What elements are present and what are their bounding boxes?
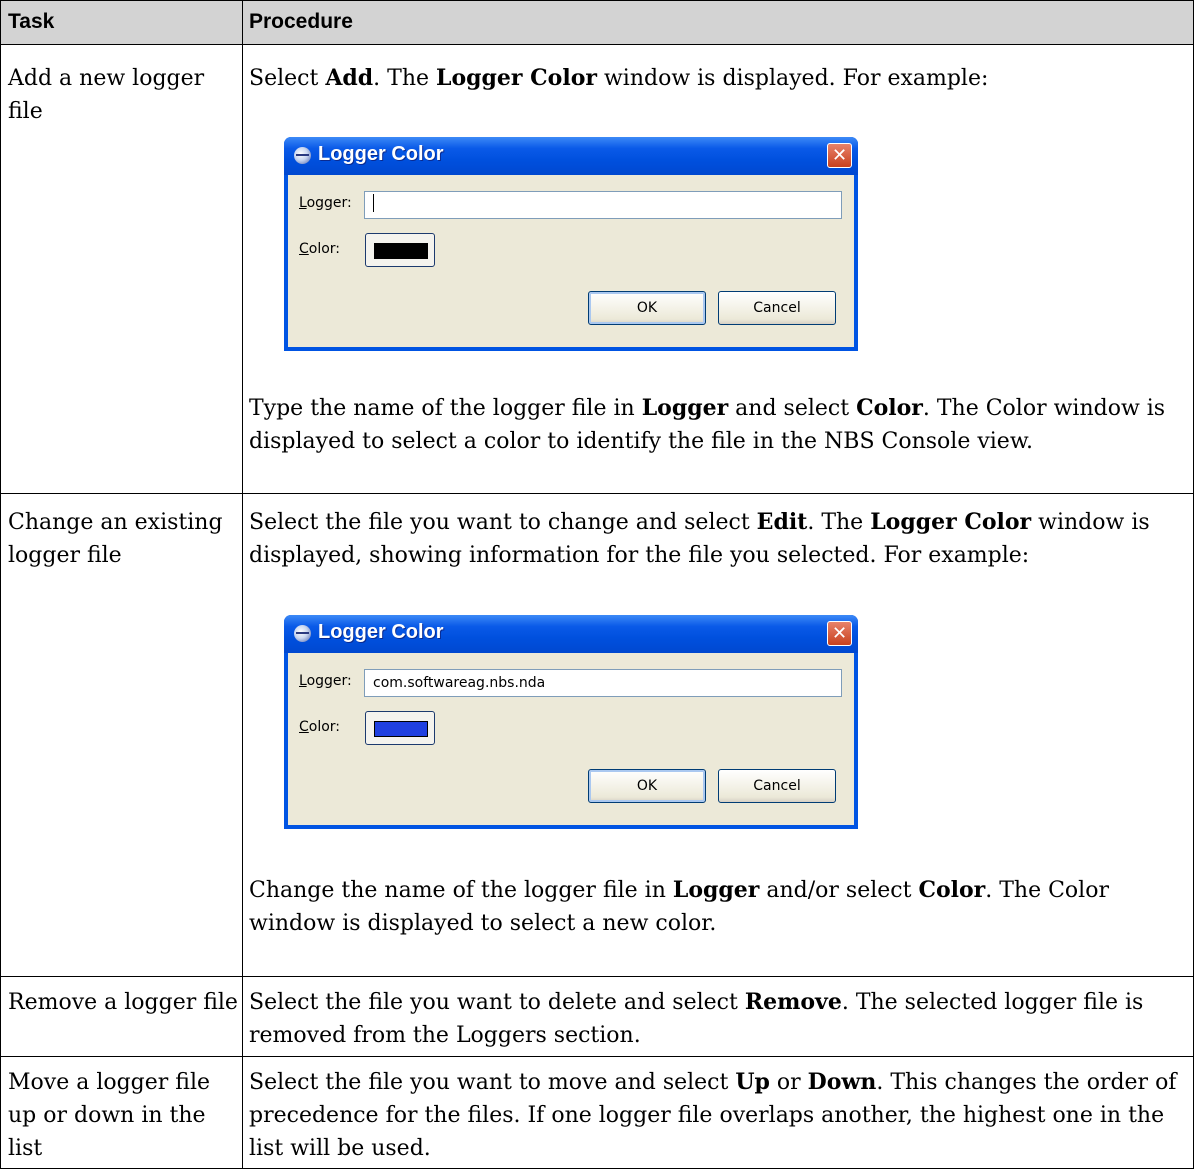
color-swatch-button[interactable] [365, 233, 435, 267]
dialog-body: Logger: com.softwareag.nbs.nda Color: OK… [288, 653, 854, 825]
procedure-text: Select the file you want to move and sel… [249, 1069, 1177, 1161]
logger-label: Logger: [299, 195, 352, 211]
app-icon [294, 625, 311, 642]
cancel-button[interactable]: Cancel [718, 291, 836, 325]
task-procedure-table: Task Procedure Add a new logger file Sel… [0, 0, 1194, 1169]
dialog-body: Logger: Color: OK Cancel [288, 175, 854, 347]
row-divider [0, 44, 1194, 45]
procedure-text: Select the file you want to change and s… [249, 509, 1150, 568]
ok-button[interactable]: OK [588, 769, 706, 803]
procedure-text: Type the name of the logger file in Logg… [249, 395, 1166, 454]
dialog-titlebar[interactable]: Logger Color ✕ [284, 137, 858, 175]
dialog-title: Logger Color [318, 143, 444, 165]
app-icon [294, 147, 311, 164]
procedure-text: Select Add. The Logger Color window is d… [249, 65, 989, 91]
color-label: Color: [299, 241, 341, 257]
close-button[interactable]: ✕ [827, 621, 852, 646]
logger-color-dialog: Logger Color ✕ Logger: com.softwareag.nb… [284, 615, 858, 829]
column-divider [242, 0, 243, 1169]
cancel-button[interactable]: Cancel [718, 769, 836, 803]
row-divider [0, 1056, 1194, 1057]
color-label: Color: [299, 719, 341, 735]
task-cell: Remove a logger file [8, 990, 238, 1015]
color-swatch-button[interactable] [365, 711, 435, 745]
color-swatch [374, 721, 428, 737]
row-divider [0, 976, 1194, 977]
border-left [0, 0, 1, 1169]
logger-input[interactable] [364, 191, 842, 219]
logger-color-dialog: Logger Color ✕ Logger: Color: OK Cancel [284, 137, 858, 351]
dialog-titlebar[interactable]: Logger Color ✕ [284, 615, 858, 653]
color-swatch [374, 243, 428, 259]
border-top [0, 0, 1194, 1]
task-cell: Change an existing logger file [8, 510, 223, 568]
close-icon: ✕ [831, 622, 848, 644]
dialog-title: Logger Color [318, 621, 444, 643]
procedure-text: Select the file you want to delete and s… [249, 989, 1144, 1048]
logger-input[interactable]: com.softwareag.nbs.nda [364, 669, 842, 697]
task-cell: Add a new logger file [8, 66, 205, 124]
task-cell: Move a logger file up or down in the lis… [8, 1070, 211, 1161]
close-button[interactable]: ✕ [827, 143, 852, 168]
logger-label: Logger: [299, 673, 352, 689]
ok-button[interactable]: OK [588, 291, 706, 325]
header-task: Task [8, 10, 55, 33]
text-caret [373, 194, 374, 212]
procedure-text: Change the name of the logger file in Lo… [249, 877, 1109, 936]
close-icon: ✕ [831, 144, 848, 166]
table-header [0, 0, 1194, 44]
header-procedure: Procedure [249, 10, 353, 33]
row-divider [0, 493, 1194, 494]
